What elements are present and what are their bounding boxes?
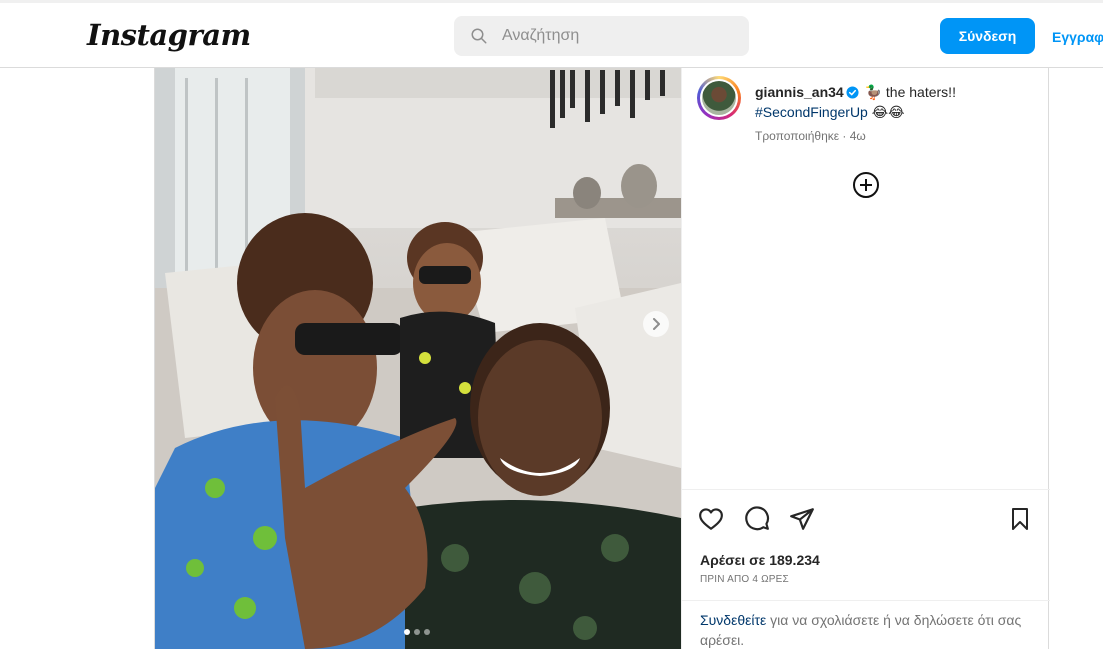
carousel-indicator (404, 629, 430, 635)
verified-badge-icon (846, 86, 859, 99)
signup-link[interactable]: Εγγραφή (1052, 29, 1103, 45)
search-input[interactable] (500, 26, 724, 46)
heart-icon (699, 508, 723, 530)
more-button[interactable] (852, 171, 880, 204)
post-photo (155, 68, 681, 649)
like-button[interactable] (698, 506, 724, 537)
carousel-dot (424, 629, 430, 635)
bookmark-icon (1012, 508, 1028, 530)
plus-circle-icon (853, 172, 879, 198)
hashtag-link[interactable]: #SecondFingerUp (755, 104, 868, 120)
share-button[interactable] (789, 506, 815, 537)
caption-emoji: 🦆 (864, 84, 883, 100)
top-navigation-bar: Instagram Σύνδεση Εγγραφή (0, 0, 1103, 68)
instagram-logo[interactable]: Instagram (87, 18, 251, 52)
avatar[interactable] (697, 76, 741, 120)
paper-plane-icon (790, 508, 814, 530)
comment-icon (745, 506, 770, 531)
post-container: giannis_an34 🦆 the haters!! #SecondFinge… (154, 68, 1050, 649)
login-to-comment: Συνδεθείτε για να σχολιάσετε ή να δηλώσε… (682, 600, 1050, 650)
chevron-right-icon (653, 318, 660, 330)
search-icon (471, 28, 487, 44)
likes-count[interactable]: Αρέσει σε 189.234 (700, 552, 820, 568)
carousel-dot (414, 629, 420, 635)
post-caption: giannis_an34 🦆 the haters!! #SecondFinge… (755, 82, 1035, 122)
carousel-dot (404, 629, 410, 635)
post-sidebar: giannis_an34 🦆 the haters!! #SecondFinge… (681, 68, 1050, 649)
comment-button[interactable] (744, 506, 770, 537)
login-button[interactable]: Σύνδεση (940, 18, 1035, 54)
caption-text: the haters!! (882, 84, 956, 100)
avatar-image (702, 81, 736, 115)
post-time: ΠΡΙΝ ΑΠΟ 4 ΩΡΕΣ (700, 574, 789, 585)
edited-timestamp: Τροποποιήθηκε · 4ω (755, 129, 866, 143)
search-box[interactable] (454, 16, 749, 56)
post-actions: Αρέσει σε 189.234 ΠΡΙΝ ΑΠΟ 4 ΩΡΕΣ Συνδεθ… (682, 489, 1050, 649)
save-button[interactable] (1008, 506, 1032, 537)
hashtag-emoji: 😂😂 (867, 104, 905, 120)
login-link[interactable]: Συνδεθείτε (700, 612, 766, 628)
next-slide-button[interactable] (643, 311, 669, 337)
post-photo-illustration (155, 68, 681, 649)
username-link[interactable]: giannis_an34 (755, 84, 844, 100)
